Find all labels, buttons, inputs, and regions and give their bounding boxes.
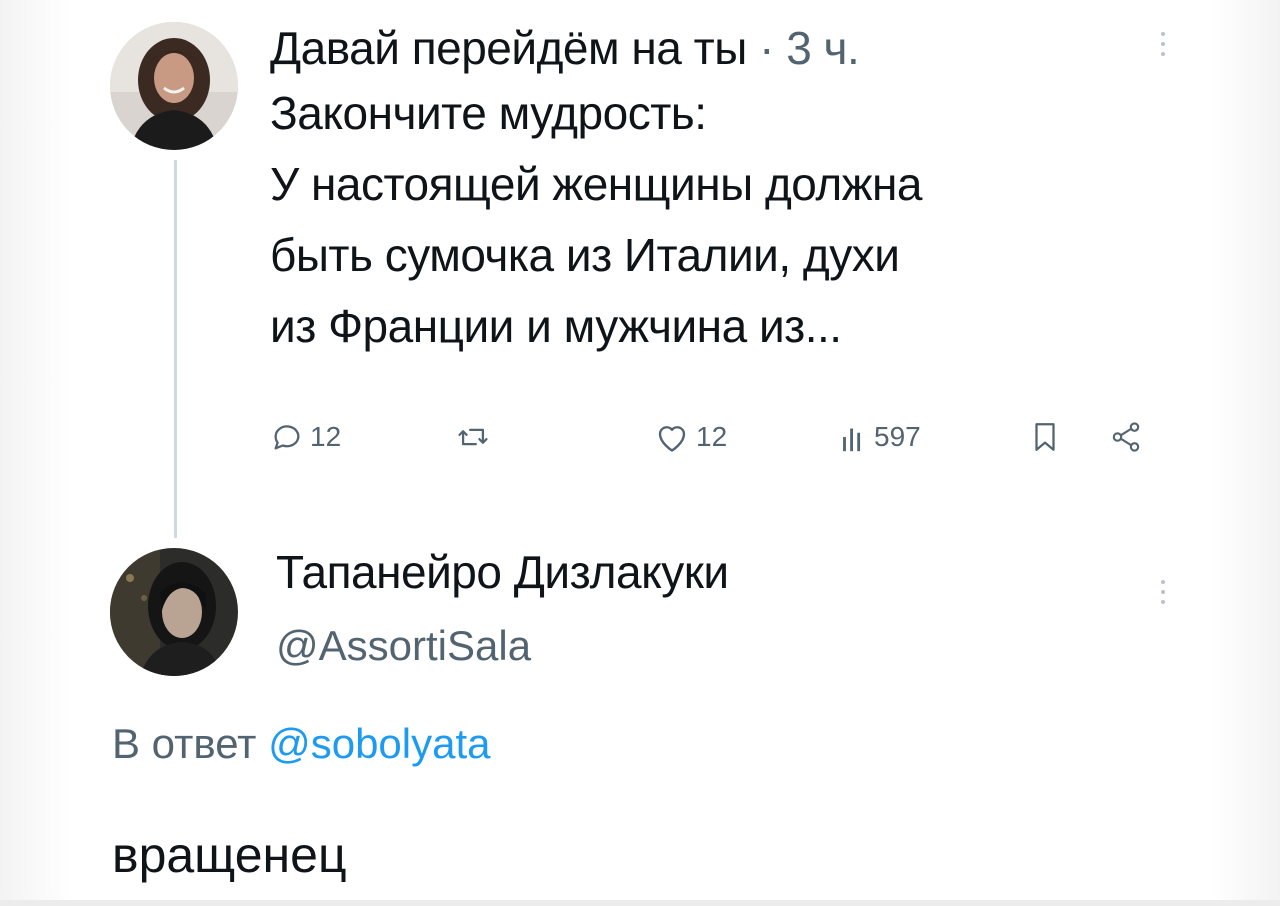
tweet-timestamp[interactable]: 3 ч. xyxy=(786,22,860,74)
reply-button[interactable]: 12 xyxy=(270,420,341,454)
tweet-text-line: Закончите мудрость: xyxy=(270,87,707,139)
bottom-edge-shadow xyxy=(0,900,1280,906)
reply-tweet-more-menu[interactable] xyxy=(1158,580,1168,604)
reply-author-avatar[interactable] xyxy=(110,548,238,676)
woman-portrait-icon xyxy=(110,22,238,150)
like-count: 12 xyxy=(696,421,728,452)
reply-icon xyxy=(274,425,300,450)
replying-to-prefix: В ответ xyxy=(112,720,257,767)
replying-to-mention-link[interactable]: @sobolyata xyxy=(268,720,490,767)
more-dot xyxy=(1161,52,1165,56)
retweet-button[interactable] xyxy=(456,420,496,454)
original-tweet-text: Закончите мудрость: У настоящей женщины … xyxy=(270,84,1200,356)
thread-connector-line xyxy=(174,160,177,538)
share-button[interactable] xyxy=(1108,420,1144,454)
more-dot xyxy=(1161,590,1165,594)
reply-tweet-text: вращенец xyxy=(112,827,347,883)
views-button[interactable]: 597 xyxy=(838,420,921,454)
left-edge-shadow xyxy=(0,0,72,906)
reply-author-handle[interactable]: @AssortiSala xyxy=(276,622,531,670)
bookmark-button[interactable] xyxy=(1030,420,1060,454)
heart-icon xyxy=(658,426,686,452)
original-tweet-header: Давай перейдём на ты · 3 ч. xyxy=(270,22,860,74)
header-separator: · xyxy=(759,22,774,74)
reply-author-name[interactable]: Тапанейро Дизлакуки xyxy=(276,544,729,600)
tweet-text-line: У настоящей женщины должна xyxy=(270,158,922,210)
retweet-icon xyxy=(458,428,488,446)
original-author-avatar[interactable] xyxy=(110,22,238,150)
tweet-text-line: быть сумочка из Италии, духи xyxy=(270,229,900,281)
reply-count: 12 xyxy=(310,421,342,452)
original-author-name[interactable]: Давай перейдём на ты xyxy=(270,22,747,74)
right-edge-shadow xyxy=(1210,0,1280,906)
share-icon xyxy=(1112,422,1140,452)
tweet-text-line: из Франции и мужчина из... xyxy=(270,300,842,352)
dark-portrait-icon xyxy=(110,548,238,676)
like-button[interactable]: 12 xyxy=(654,420,727,454)
more-dot xyxy=(1161,42,1165,46)
more-dot xyxy=(1161,580,1165,584)
more-dot xyxy=(1161,32,1165,36)
bookmark-icon xyxy=(1035,423,1055,451)
views-count: 597 xyxy=(874,421,921,452)
views-icon xyxy=(843,428,861,452)
replying-to-line: В ответ @sobolyata xyxy=(112,718,491,770)
screenshot-frame: Давай перейдём на ты · 3 ч. Закончите му… xyxy=(0,0,1280,906)
tweet-action-bar: 12 12 597 xyxy=(270,420,1170,464)
more-dot xyxy=(1161,600,1165,604)
original-tweet-more-menu[interactable] xyxy=(1158,32,1168,56)
